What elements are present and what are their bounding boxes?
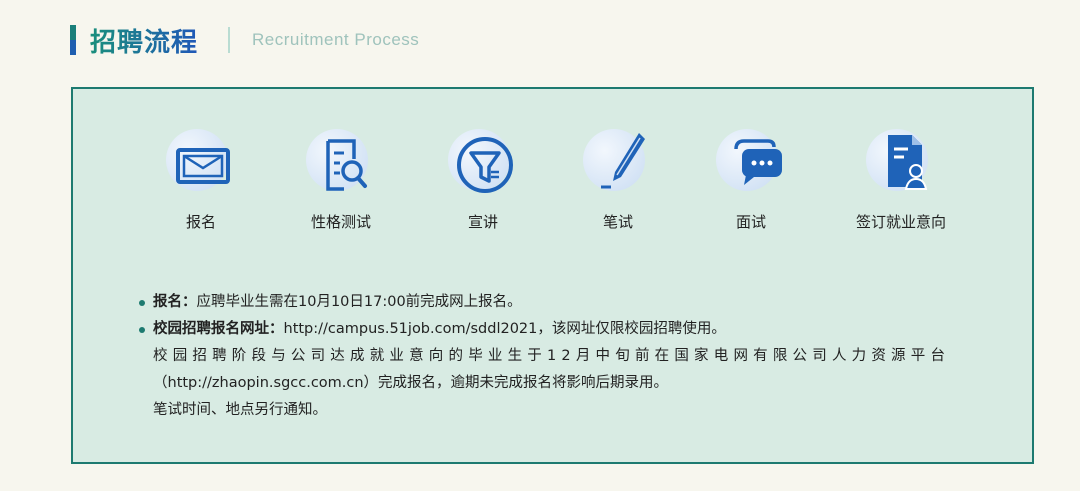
section-header: 招聘流程 Recruitment Process (70, 22, 419, 58)
note-exam-schedule: 笔试时间、地点另行通知。 (153, 402, 327, 418)
header-accent-bar (70, 25, 76, 55)
step-presentation: 宣讲 (413, 125, 553, 232)
note-label: 报名： (153, 294, 197, 310)
step-label: 报名 (185, 213, 216, 231)
note-label: 校园招聘报名网址： (153, 321, 284, 337)
pen-icon (583, 125, 653, 195)
filter-icon (448, 125, 518, 195)
step-sign-agreement: 签订就业意向 (831, 125, 971, 232)
header-divider (228, 27, 231, 53)
step-written-exam: 笔试 (548, 125, 688, 232)
process-steps: 报名 性格测试 宣讲 笔试 面试 签订就业意向 (73, 89, 1032, 239)
step-personality-test: 性格测试 (271, 125, 411, 232)
note-campus-agreement: 校园招聘阶段与公司达成就业意向的毕业生于12月中旬前在国家电网有限公司人力资源平… (153, 348, 951, 364)
note-sgcc-platform: （http://zhaopin.sgcc.com.cn）完成报名，逾期未完成报名… (153, 375, 669, 391)
step-label: 宣讲 (467, 213, 498, 231)
step-interview: 面试 (681, 125, 821, 232)
step-label: 面试 (735, 213, 766, 231)
step-register: 报名 (131, 125, 271, 232)
chat-bubble-icon (716, 125, 786, 195)
page-subtitle: Recruitment Process (252, 30, 420, 49)
step-label: 笔试 (602, 213, 633, 231)
signed-contract-icon (866, 125, 936, 195)
registration-url-text: http://campus.51job.com/sddl2021，该网址仅限校园… (283, 321, 726, 337)
envelope-icon (166, 125, 236, 195)
process-notes: 报名：应聘毕业生需在10月10日17:00前完成网上报名。 校园招聘报名网址：h… (139, 289, 1019, 424)
document-search-icon (306, 125, 376, 195)
process-panel: 报名 性格测试 宣讲 笔试 面试 签订就业意向 报名：应聘毕业生需在10月10日… (71, 87, 1034, 464)
page-title: 招聘流程 (90, 22, 198, 59)
note-registration: 报名：应聘毕业生需在10月10日17:00前完成网上报名。 (139, 289, 1019, 316)
note-registration-url: 校园招聘报名网址：http://campus.51job.com/sddl202… (139, 316, 1019, 343)
note-text: 应聘毕业生需在10月10日17:00前完成网上报名。 (196, 294, 522, 310)
step-label: 签订就业意向 (855, 213, 946, 231)
step-label: 性格测试 (310, 213, 371, 231)
